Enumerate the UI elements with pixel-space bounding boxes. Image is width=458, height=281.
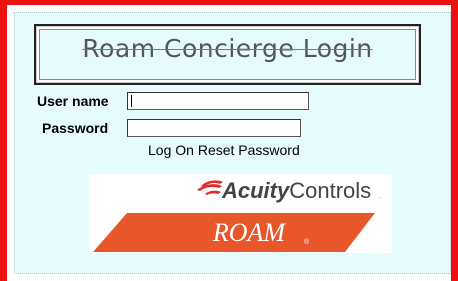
login-panel: Roam Concierge Login User name Password … — [14, 12, 451, 274]
username-input[interactable] — [127, 92, 309, 110]
company-bold: Acuity — [221, 178, 291, 203]
title-inner: Roam Concierge Login — [39, 29, 416, 80]
product-name: ROAM — [212, 218, 287, 247]
username-label: User name — [37, 93, 109, 109]
company-light: Controls — [289, 178, 371, 203]
trademark-mark: . — [379, 194, 381, 200]
company-wordmark: AcuityControls — [221, 178, 371, 203]
password-input[interactable] — [127, 119, 301, 137]
password-label: Password — [42, 120, 109, 136]
reset-password-link[interactable]: Reset Password — [198, 142, 300, 158]
registered-mark: ® — [304, 238, 310, 246]
logo-graphic: AcuityControls . ROAM ® — [93, 178, 381, 252]
text-caret — [131, 95, 132, 107]
title-box: Roam Concierge Login — [34, 24, 421, 85]
acuity-roam-logo: AcuityControls . ROAM ® — [89, 174, 392, 253]
page-title: Roam Concierge Login — [82, 34, 373, 63]
action-links: Log On Reset Password — [148, 142, 300, 158]
log-on-link[interactable]: Log On — [148, 142, 194, 158]
acuity-swoosh-icon — [197, 180, 223, 195]
